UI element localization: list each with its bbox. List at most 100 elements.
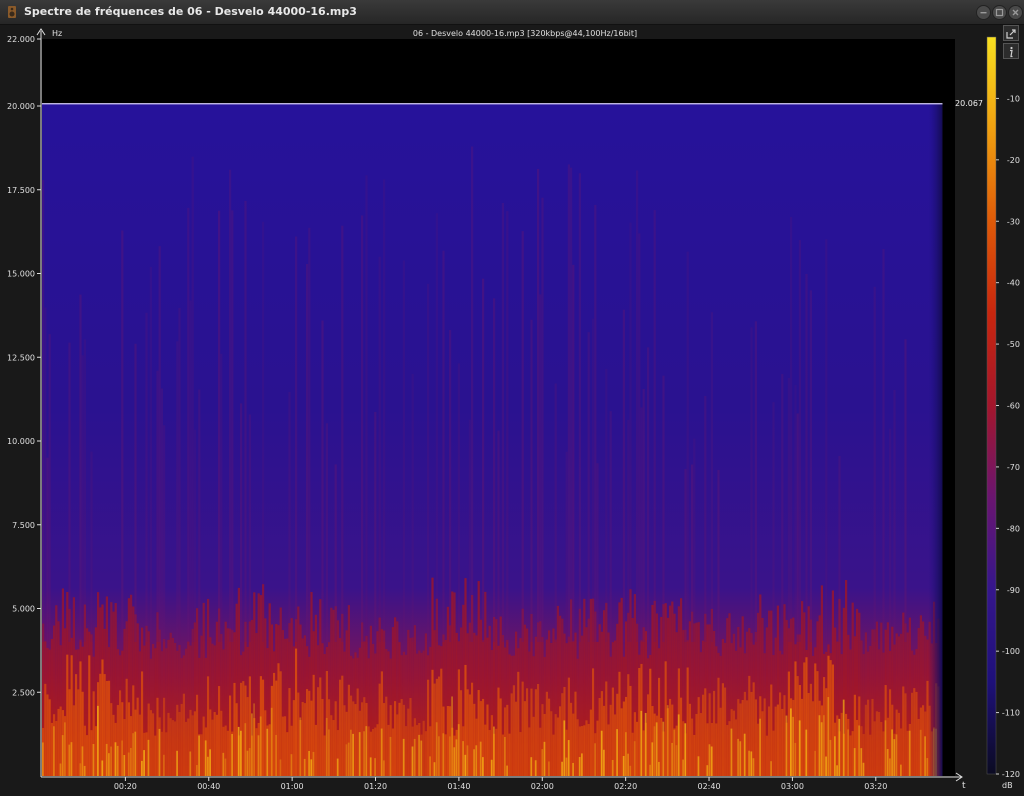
spectrum-column-hot [917,718,920,776]
spectrum-column-hot [288,688,291,776]
maximize-button[interactable] [992,5,1007,20]
spectrum-column-hot [629,685,632,776]
x-tick-label: 01:00 [281,782,304,791]
spectrum-column-hot [361,702,364,776]
spectrum-streak [468,419,471,642]
spectrum-column-hot [460,690,463,776]
spectrum-column-peak [42,742,44,776]
spectrum-column-hot [809,683,812,776]
spectrum-column-hot [576,719,579,776]
spectrum-streak [295,236,298,642]
spectrum-streak [178,308,181,642]
spectrum-column-peak [105,743,108,776]
spectrum-column-peak [792,716,794,776]
spectrum-column-hot [169,718,172,776]
spectrum-column-hot [532,716,535,776]
spectrum-column-hot [174,721,177,776]
spectrum-column-peak [402,738,405,776]
spectrum-column-hot [922,705,925,776]
spectrum-column-hot [878,712,881,776]
spectrum-streak [691,464,694,642]
spectrum-column-peak [374,758,376,776]
spectrum-column-peak [600,730,603,776]
close-button[interactable] [1008,5,1023,20]
spectrum-column-peak [259,716,262,776]
spectrum-column-hot [904,693,907,776]
spectrum-column-hot [193,711,196,776]
spectrum-streak [288,391,291,642]
spectrum-column-hot [409,698,412,776]
spectrum-column-peak [466,745,469,776]
y-tick-label: 22.000 [7,35,35,44]
spectrum-column-hot [515,701,518,776]
spectrum-column-peak [303,758,306,776]
spectrum-streak [686,251,689,643]
spectrum-streak [653,210,656,642]
export-button[interactable] [1003,25,1019,41]
spectrum-streak [567,164,570,642]
spectrum-streak [684,469,687,642]
spectrum-column-peak [457,724,460,776]
title-bar[interactable]: Spectre de fréquences de 06 - Desvelo 44… [0,0,1024,25]
spectrum-streak [435,213,438,642]
spectrum-column-hot [607,724,610,776]
spectrum-streak [565,451,568,642]
info-button[interactable] [1003,43,1019,59]
spectrum-column-hot [508,733,511,776]
spectrum-streak [374,411,377,642]
y-tick-label: 2.500 [12,688,35,697]
spectrum-column-peak [413,738,416,776]
spectrum-column-hot [101,659,104,776]
spectrum-column-peak [110,746,112,776]
minimize-button[interactable] [976,5,991,20]
spectrum-streak [361,215,364,642]
spectrum-column-hot [200,734,203,776]
spectrum-column-peak [108,753,110,776]
spectrum-streak [306,263,309,642]
spectrum-column-hot [165,732,168,776]
spectrogram-chart: 22.000 20.000 17.500 15.000 12.500 10.000 7.50… [7,28,1020,791]
spectrum-fade [928,103,943,777]
spectrum-column-hot [400,699,403,776]
spectrum-column-hot [149,710,152,776]
spectrum-column-peak [130,747,132,776]
spectrum-column-hot [781,708,784,776]
spectrum-streak [893,389,896,642]
spectrum-column-hot [592,668,595,776]
spectrum-column-hot [867,699,870,776]
spectrum-column-hot [851,731,854,776]
spectrum-streak [240,403,243,642]
spectrum-streak [506,211,509,642]
spectrum-column-peak [101,760,104,776]
colorbar-tick-label: -30 [1007,217,1020,226]
spectrum-column-hot [88,655,91,776]
spectrum-streak [592,318,595,642]
spectrum-streak [629,222,632,643]
spectrum-streak [229,169,232,642]
spectrum-column-hot [444,734,447,776]
spectrum-column-peak [163,754,165,776]
spectrum-streak [121,230,124,642]
spectrum-streak [46,457,49,642]
spectrum-column-peak [380,728,383,776]
spectrum-column-peak [433,762,436,776]
spectrum-column-hot [220,710,223,776]
spectrum-streak [798,240,801,642]
spectrum-column-hot [295,648,298,776]
spectrum-column-peak [79,763,82,776]
spectrum-column-peak [418,734,420,776]
spectrum-column-peak [530,757,533,776]
spectrum-streak [493,298,496,642]
spectrum-column-peak [462,741,464,776]
spectrum-column-peak [684,723,687,776]
spectrum-column-hot [807,693,810,776]
spectrum-column-hot [754,699,757,776]
spectrum-column-hot [191,715,194,776]
spectrum-column-hot [226,730,229,776]
spectrum-column-peak [823,715,825,776]
colorbar-tick-label: -100 [1002,647,1020,656]
spectrum-column-hot [776,704,779,776]
spectrum-column-peak [594,743,596,776]
spectrum-streak [308,227,311,643]
spectrum-streak [596,463,599,642]
